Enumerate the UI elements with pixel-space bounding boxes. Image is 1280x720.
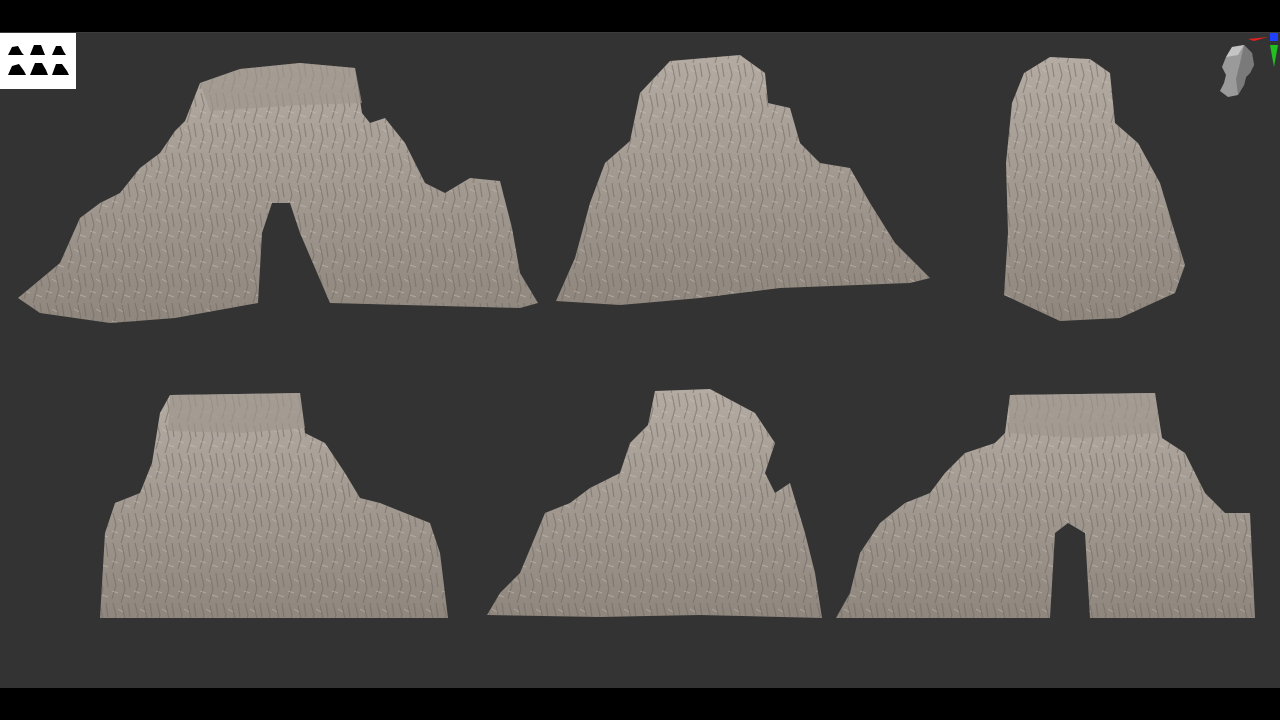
scene-canvas — [18, 55, 1255, 618]
rock-block-front[interactable] — [100, 393, 448, 618]
rock-peak-front[interactable] — [487, 389, 822, 618]
z-axis-box-icon — [1270, 33, 1278, 41]
3d-viewport[interactable] — [0, 32, 1280, 689]
rock-arch-left[interactable] — [18, 63, 538, 323]
top-letterbox — [0, 0, 1280, 32]
rock-arch-front[interactable] — [836, 393, 1255, 618]
x-axis-arrow-icon — [1248, 37, 1268, 41]
rock-tower[interactable] — [1004, 57, 1185, 321]
head-orientation-gizmo-icon[interactable] — [1210, 33, 1280, 113]
y-axis-arrow-icon — [1270, 45, 1278, 67]
bottom-letterbox — [0, 688, 1280, 720]
rock-spire-cluster[interactable] — [556, 55, 930, 305]
